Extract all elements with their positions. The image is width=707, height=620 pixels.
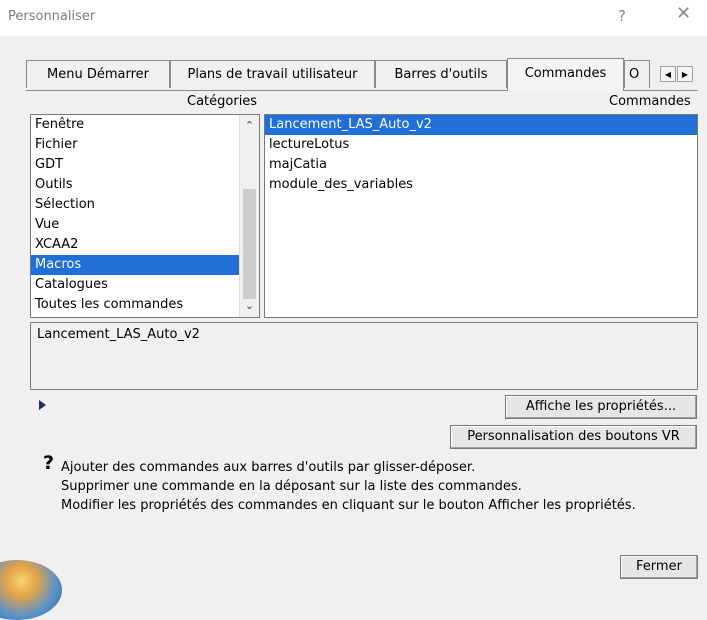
commands-header: Commandes [609, 94, 691, 109]
help-line: Modifier les propriétés des commandes en… [61, 498, 636, 513]
close-button[interactable]: Fermer [620, 555, 698, 579]
title-bar: Personnaliser ? ✕ [0, 0, 707, 36]
show-properties-button[interactable]: Affiche les propriétés... [505, 395, 697, 419]
vr-buttons-button[interactable]: Personnalisation des boutons VR [450, 425, 697, 449]
tab-label: Menu Démarrer [47, 67, 149, 82]
list-item[interactable]: XCAA2 [31, 235, 259, 255]
catia-logo-icon [0, 560, 62, 620]
list-item[interactable]: Sélection [31, 195, 259, 215]
window-title: Personnaliser [8, 9, 96, 24]
close-icon[interactable]: ✕ [676, 5, 691, 23]
tab-label: Barres d'outils [394, 67, 488, 82]
tab-strip: Menu Démarrer Plans de travail utilisate… [26, 58, 698, 91]
help-icon[interactable]: ? [618, 7, 626, 25]
tab-label: Commandes [524, 66, 607, 81]
list-item-selected[interactable]: Macros [31, 255, 259, 275]
categories-list[interactable]: Fenêtre Fichier GDT Outils Sélection Vue… [30, 114, 260, 318]
categories-header: Catégories [187, 94, 258, 109]
tab-commandes[interactable]: Commandes [507, 58, 624, 91]
tab-label: Plans de travail utilisateur [187, 67, 358, 82]
list-item[interactable]: lectureLotus [265, 135, 697, 155]
scroll-thumb[interactable] [243, 189, 256, 299]
scroll-up-icon[interactable]: ⌃ [240, 117, 259, 135]
tab-plans-de-travail[interactable]: Plans de travail utilisateur [170, 60, 375, 88]
description-text: Lancement_LAS_Auto_v2 [37, 327, 200, 342]
list-item[interactable]: Fichier [31, 135, 259, 155]
tab-barres-outils[interactable]: Barres d'outils [375, 60, 507, 88]
question-mark-icon: ? [43, 452, 55, 474]
list-item[interactable]: Toutes les commandes [31, 295, 259, 315]
tab-label: O [629, 67, 640, 82]
list-item[interactable]: Fenêtre [31, 115, 259, 135]
commands-list[interactable]: Lancement_LAS_Auto_v2 lectureLotus majCa… [264, 114, 698, 318]
tab-scroll-right-icon[interactable]: ▶ [677, 66, 693, 82]
list-item[interactable]: Vue [31, 215, 259, 235]
tab-scroll-left-icon[interactable]: ◀ [660, 66, 676, 82]
help-line: Supprimer une commande en la déposant su… [61, 479, 522, 494]
list-item-selected[interactable]: Lancement_LAS_Auto_v2 [265, 115, 697, 135]
list-item[interactable]: module_des_variables [265, 175, 697, 195]
expand-arrow-icon[interactable] [39, 400, 46, 410]
tab-options[interactable]: O [624, 60, 650, 88]
list-item[interactable]: GDT [31, 155, 259, 175]
scroll-down-icon[interactable]: ⌄ [240, 297, 259, 315]
list-item[interactable]: majCatia [265, 155, 697, 175]
command-description: Lancement_LAS_Auto_v2 [30, 322, 698, 390]
list-item[interactable]: Catalogues [31, 275, 259, 295]
help-line: Ajouter des commandes aux barres d'outil… [61, 460, 476, 475]
categories-scrollbar[interactable]: ⌃ ⌄ [239, 115, 259, 317]
list-item[interactable]: Outils [31, 175, 259, 195]
tab-menu-demarrer[interactable]: Menu Démarrer [26, 60, 170, 88]
